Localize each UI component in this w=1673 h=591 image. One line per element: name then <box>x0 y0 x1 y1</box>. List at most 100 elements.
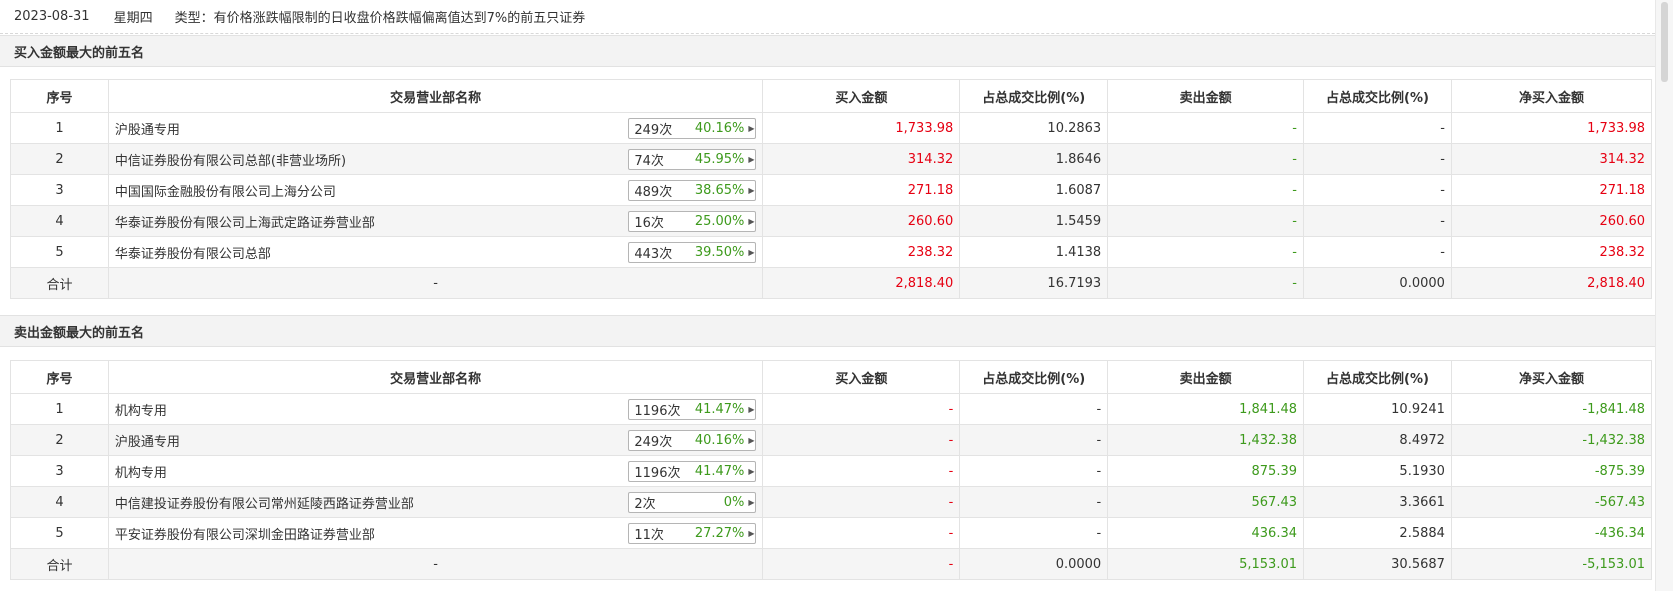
stat-percent: 38.65% <box>694 183 745 198</box>
sell-ratio: 10.9241 <box>1303 393 1452 425</box>
col-header-sell: 卖出金额 <box>1107 360 1304 394</box>
sell-top5-table: 序号 交易营业部名称 买入金额 占总成交比例(%) 卖出金额 占总成交比例(%)… <box>10 360 1653 580</box>
col-header-buy: 买入金额 <box>762 79 961 113</box>
branch-cell: 沪股通专用 249次 40.16% ▶ <box>107 112 764 144</box>
stat-percent: 0% <box>723 495 745 510</box>
net-buy: -567.43 <box>1450 486 1653 518</box>
buy-ratio: - <box>959 424 1109 456</box>
col-header-no: 序号 <box>10 360 109 394</box>
triangle-right-icon: ▶ <box>748 529 755 538</box>
triangle-right-icon: ▶ <box>748 186 755 195</box>
buy-ratio: 1.8646 <box>959 143 1109 175</box>
sell-amount: - <box>1107 112 1304 144</box>
buy-section-title: 买入金额最大的前五名 <box>0 35 1655 67</box>
triangle-right-icon: ▶ <box>748 248 755 257</box>
stat-count: 11次 <box>634 528 664 543</box>
stat-count: 16次 <box>634 216 664 231</box>
branch-stats-button[interactable]: 1196次 41.47% ▶ <box>628 399 757 420</box>
sell-ratio: 3.3661 <box>1303 486 1452 518</box>
buy-amount: - <box>762 455 961 487</box>
stat-count: 2次 <box>634 497 656 512</box>
stat-count: 74次 <box>634 154 664 169</box>
total-net: -5,153.01 <box>1450 548 1653 580</box>
total-row: 合计 - - 0.0000 5,153.01 30.5687 -5,153.01 <box>10 548 1653 580</box>
buy-amount: 314.32 <box>762 143 961 175</box>
branch-name: 机构专用 <box>114 465 167 481</box>
sell-ratio: - <box>1303 236 1452 268</box>
total-net: 2,818.40 <box>1450 267 1653 299</box>
col-header-buy-ratio: 占总成交比例(%) <box>959 79 1109 113</box>
sell-ratio: - <box>1303 112 1452 144</box>
col-header-net: 净买入金额 <box>1450 360 1653 394</box>
sell-amount: - <box>1107 205 1304 237</box>
total-label: 合计 <box>10 267 109 299</box>
branch-cell: 中信建投证券股份有限公司常州延陵西路证券营业部 2次 0% ▶ <box>107 486 764 518</box>
triangle-right-icon: ▶ <box>748 467 755 476</box>
branch-stats-button[interactable]: 1196次 41.47% ▶ <box>628 461 757 482</box>
triangle-right-icon: ▶ <box>748 498 755 507</box>
branch-cell: 华泰证券股份有限公司总部 443次 39.50% ▶ <box>107 236 764 268</box>
buy-ratio: 1.6087 <box>959 174 1109 206</box>
row-no: 4 <box>10 486 109 518</box>
branch-stats-button[interactable]: 74次 45.95% ▶ <box>628 149 757 170</box>
stat-percent: 40.16% <box>694 433 745 448</box>
col-header-sell-ratio: 占总成交比例(%) <box>1303 79 1452 113</box>
branch-stats-button[interactable]: 2次 0% ▶ <box>628 492 757 513</box>
sell-ratio: - <box>1303 143 1452 175</box>
stat-count: 1196次 <box>634 404 681 419</box>
branch-stats-button[interactable]: 443次 39.50% ▶ <box>628 242 757 263</box>
col-header-net: 净买入金额 <box>1450 79 1653 113</box>
vertical-scrollbar[interactable] <box>1655 0 1673 591</box>
total-sell: 5,153.01 <box>1107 548 1304 580</box>
buy-amount: 271.18 <box>762 174 961 206</box>
triangle-right-icon: ▶ <box>748 217 755 226</box>
buy-ratio: 10.2863 <box>959 112 1109 144</box>
table-row: 5 平安证券股份有限公司深圳金田路证券营业部 11次 27.27% ▶ - - 43… <box>10 517 1653 549</box>
buy-top5-table: 序号 交易营业部名称 买入金额 占总成交比例(%) 卖出金额 占总成交比例(%)… <box>10 79 1653 299</box>
net-buy: 1,733.98 <box>1450 112 1653 144</box>
branch-stats-button[interactable]: 11次 27.27% ▶ <box>628 523 757 544</box>
buy-amount: 238.32 <box>762 236 961 268</box>
buy-amount: - <box>762 517 961 549</box>
branch-name: 中信证券股份有限公司总部(非营业场所) <box>114 153 347 169</box>
total-buy-ratio: 16.7193 <box>959 267 1109 299</box>
stat-count: 249次 <box>634 123 673 138</box>
branch-stats-button[interactable]: 16次 25.00% ▶ <box>628 211 757 232</box>
buy-amount: - <box>762 486 961 518</box>
branch-stats-button[interactable]: 249次 40.16% ▶ <box>628 430 757 451</box>
total-buy-ratio: 0.0000 <box>959 548 1109 580</box>
branch-name: 中国国际金融股份有限公司上海分公司 <box>114 184 336 200</box>
buy-amount: 1,733.98 <box>762 112 961 144</box>
sell-ratio: 8.4972 <box>1303 424 1452 456</box>
sell-amount: - <box>1107 236 1304 268</box>
buy-ratio: - <box>959 517 1109 549</box>
branch-cell: 机构专用 1196次 41.47% ▶ <box>107 455 764 487</box>
net-buy: 271.18 <box>1450 174 1653 206</box>
stat-percent: 39.50% <box>694 245 745 260</box>
total-branch: - <box>107 267 764 299</box>
net-buy: 260.60 <box>1450 205 1653 237</box>
total-buy: - <box>762 548 961 580</box>
row-no: 3 <box>10 455 109 487</box>
row-no: 4 <box>10 205 109 237</box>
buy-ratio: - <box>959 393 1109 425</box>
sell-amount: 1,432.38 <box>1107 424 1304 456</box>
buy-amount: 260.60 <box>762 205 961 237</box>
table-row: 2 沪股通专用 249次 40.16% ▶ - - 1,432.38 8.4972 … <box>10 424 1653 456</box>
stat-percent: 45.95% <box>694 152 745 167</box>
branch-stats-button[interactable]: 489次 38.65% ▶ <box>628 180 757 201</box>
branch-name: 沪股通专用 <box>114 122 180 138</box>
table-row: 3 机构专用 1196次 41.47% ▶ - - 875.39 5.1930 -8… <box>10 455 1653 487</box>
total-buy: 2,818.40 <box>762 267 961 299</box>
branch-stats-button[interactable]: 249次 40.16% ▶ <box>628 118 757 139</box>
scrollbar-thumb[interactable] <box>1661 2 1668 82</box>
col-header-branch: 交易营业部名称 <box>107 79 764 113</box>
total-branch: - <box>107 548 764 580</box>
sell-ratio: - <box>1303 174 1452 206</box>
table-row: 4 华泰证券股份有限公司上海武定路证券营业部 16次 25.00% ▶ 260.60… <box>10 205 1653 237</box>
col-header-buy: 买入金额 <box>762 360 961 394</box>
stat-percent: 25.00% <box>694 214 745 229</box>
info-bar: 2023-08-31 星期四 类型： 有价格涨跌幅限制的日收盘价格跌幅偏离值达到… <box>0 0 1655 34</box>
row-no: 2 <box>10 424 109 456</box>
triangle-right-icon: ▶ <box>748 124 755 133</box>
